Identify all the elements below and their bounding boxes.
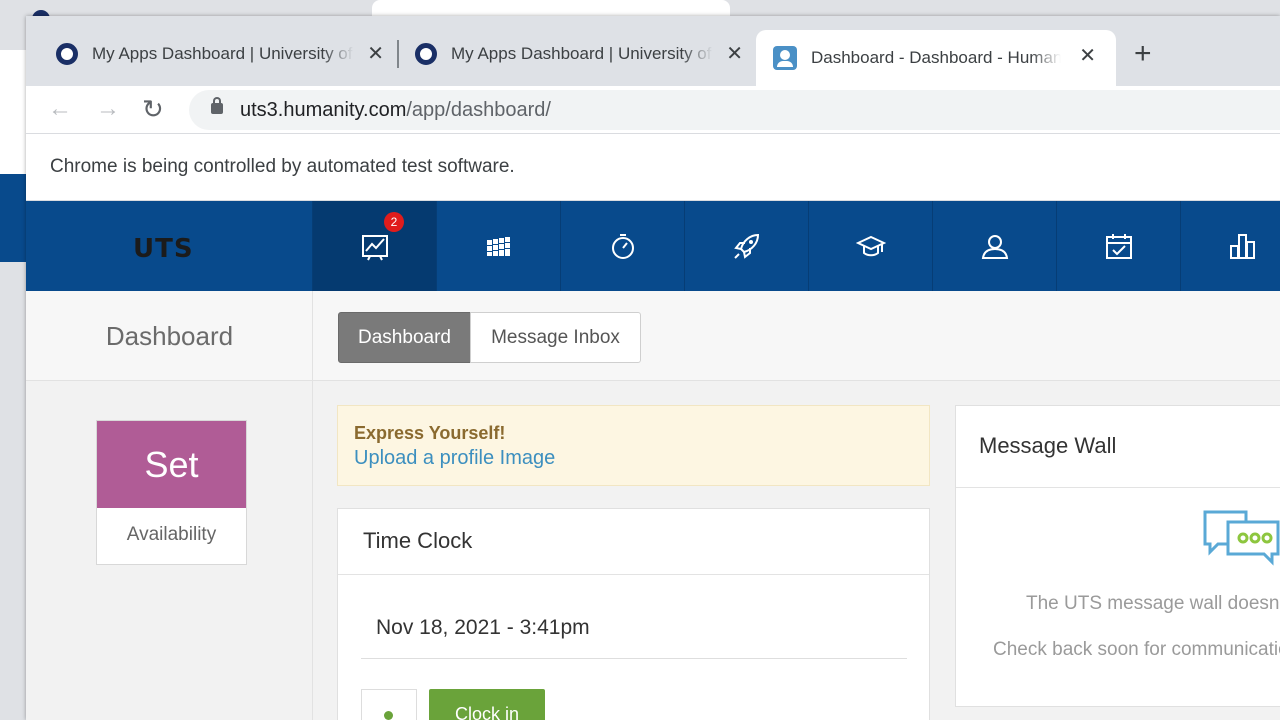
nav-dashboard[interactable]: 2 <box>312 201 436 291</box>
tab-strip: My Apps Dashboard | University of Techno… <box>26 16 1280 86</box>
upload-profile-image-link[interactable]: Upload a profile Image <box>354 447 913 470</box>
nav-schedule[interactable] <box>436 201 560 291</box>
user-icon <box>981 235 1008 259</box>
tab-my-apps-1[interactable]: My Apps Dashboard | University of Techno… <box>56 36 396 72</box>
schedule-grid-icon <box>486 237 510 256</box>
nav-staff[interactable] <box>932 201 1056 291</box>
nav-leave[interactable] <box>1056 201 1180 291</box>
dashboard-content: Set Availability Express Yourself! Uploa… <box>26 381 1280 720</box>
uts-logo[interactable]: UTS <box>133 234 194 264</box>
nav-reports[interactable] <box>1180 201 1280 291</box>
new-tab-icon[interactable]: + <box>1134 39 1152 69</box>
graduation-cap-icon <box>855 235 886 257</box>
page-subheader: Dashboard Dashboard Message Inbox <box>26 291 1280 381</box>
rocket-icon <box>733 233 759 259</box>
tab-message-inbox[interactable]: Message Inbox <box>470 312 641 363</box>
close-tab-icon[interactable]: ✕ <box>367 43 384 65</box>
notification-badge: 2 <box>384 212 404 232</box>
time-clock-panel: Time Clock Nov 18, 2021 - 3:41pm Clock i… <box>337 508 930 720</box>
url-text[interactable]: uts3.humanity.com/app/dashboard/ <box>240 99 551 122</box>
bar-chart-icon <box>1229 234 1255 259</box>
message-wall-title: Message Wall <box>956 406 1280 488</box>
message-wall-empty-text: The UTS message wall doesn't have any me… <box>1026 593 1280 614</box>
nav-timeclock[interactable] <box>560 201 684 291</box>
status-dot-icon <box>384 711 393 720</box>
availability-label: Availability <box>126 524 217 545</box>
divider <box>361 658 907 659</box>
calendar-check-icon <box>1105 234 1132 259</box>
background-tab[interactable] <box>372 0 730 16</box>
stopwatch-icon <box>611 234 634 259</box>
close-tab-icon[interactable]: ✕ <box>1079 45 1096 67</box>
tab-separator <box>397 40 399 68</box>
tab-dashboard[interactable]: Dashboard <box>338 312 471 363</box>
dashboard-chart-icon <box>361 235 388 261</box>
express-heading: Express Yourself! <box>354 423 506 443</box>
background-page-edge <box>0 50 26 174</box>
nav-training[interactable] <box>808 201 932 291</box>
page-title-area: Dashboard <box>26 291 313 381</box>
browser-window: My Apps Dashboard | University of Techno… <box>26 16 1280 720</box>
tab-my-apps-2[interactable]: My Apps Dashboard | University of Techno… <box>415 36 755 72</box>
set-availability-card[interactable]: Set Availability <box>96 420 247 565</box>
url-host: uts3.humanity.com <box>240 99 407 121</box>
set-availability-button[interactable]: Set <box>97 421 246 508</box>
app-top-nav: UTS 2 <box>26 201 1280 291</box>
background-page-nav-edge <box>0 174 26 262</box>
clock-in-button[interactable]: Clock in <box>429 689 545 720</box>
chat-bubbles-icon <box>1203 510 1280 566</box>
uts-favicon-icon <box>56 43 78 65</box>
back-arrow-icon[interactable]: ← <box>48 94 72 124</box>
tab-dashboard-active[interactable]: Dashboard - Dashboard - Humanity ✕ <box>756 30 1116 86</box>
infobar-text: Chrome is being controlled by automated … <box>50 156 515 177</box>
tab-title: My Apps Dashboard | University of Techno… <box>92 44 354 63</box>
message-wall-hint-text: Check back soon for communications from … <box>993 639 1280 660</box>
left-sidebar: Set Availability <box>26 381 313 720</box>
time-clock-title: Time Clock <box>338 509 929 575</box>
forward-arrow-icon[interactable]: → <box>96 94 120 124</box>
url-path: /app/dashboard/ <box>406 99 551 121</box>
humanity-favicon-icon <box>773 46 797 70</box>
automation-infobar: Chrome is being controlled by automated … <box>26 134 1280 201</box>
address-bar[interactable]: uts3.humanity.com/app/dashboard/ <box>189 90 1280 130</box>
reload-icon[interactable]: ↻ <box>142 94 164 124</box>
uts-favicon-icon <box>415 43 437 65</box>
nav-rocket[interactable] <box>684 201 808 291</box>
tab-title: My Apps Dashboard | University of Techno… <box>451 44 713 63</box>
browser-toolbar: ← → ↻ uts3.humanity.com/app/dashboard/ <box>26 86 1280 134</box>
clock-status-indicator <box>361 689 417 720</box>
page-title: Dashboard <box>105 321 234 351</box>
current-datetime: Nov 18, 2021 - 3:41pm <box>376 616 590 639</box>
message-wall-panel: Message Wall The UTS message wall doesn'… <box>955 405 1280 707</box>
lock-icon[interactable] <box>211 97 223 114</box>
tab-title: Dashboard - Dashboard - Humanity <box>811 48 1061 67</box>
express-yourself-banner: Express Yourself! Upload a profile Image <box>337 405 930 486</box>
close-tab-icon[interactable]: ✕ <box>726 43 743 65</box>
